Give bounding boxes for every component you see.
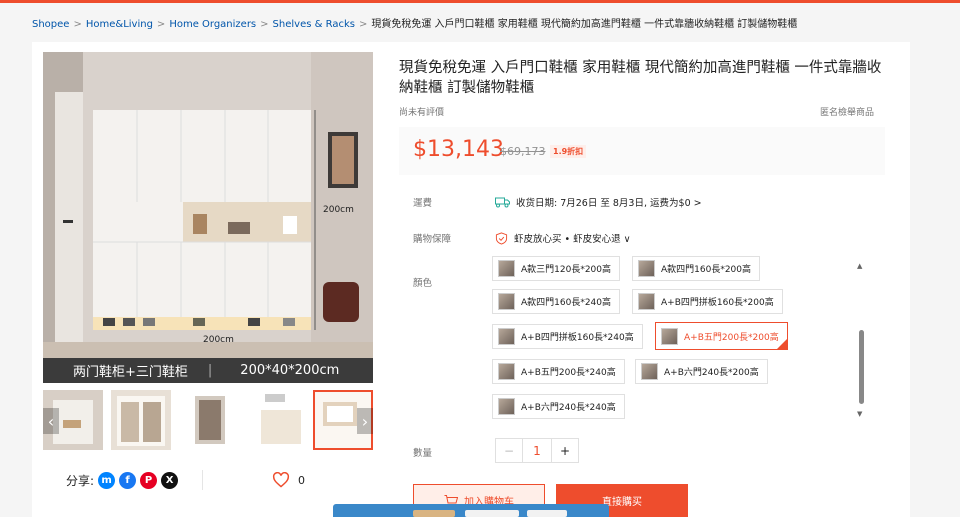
variant-option[interactable]: A+B四門拼板160長*200高 <box>632 289 783 314</box>
variant-label: A+B四門拼板160長*240高 <box>521 333 634 343</box>
variant-swatch <box>638 260 655 277</box>
breadcrumb-shopee[interactable]: Shopee <box>32 19 69 30</box>
variant-label: A+B五門200長*240高 <box>521 368 616 378</box>
variant-option[interactable]: A款四門160長*200高 <box>632 256 761 281</box>
variant-swatch <box>498 260 515 277</box>
variant-swatch <box>498 398 515 415</box>
thumbnail-prev-arrow[interactable]: ‹ <box>43 408 59 434</box>
cabinet-illustration: 200cm 200cm <box>43 52 373 383</box>
variant-label: A+B六門240長*240高 <box>521 403 616 413</box>
image-caption-bar: 两门鞋柜+三门鞋柜 | 200*40*200cm <box>43 358 373 383</box>
breadcrumb-shelves-racks[interactable]: Shelves & Racks <box>273 19 355 30</box>
variant-option-selected[interactable]: A+B五門200長*200高 <box>655 322 788 350</box>
top-accent-bar <box>0 0 960 3</box>
caption-separator: | <box>207 363 213 378</box>
share-divider <box>202 470 203 490</box>
chevron-left-icon: ‹ <box>47 411 55 431</box>
product-title: 現貨免稅免運 入戶門口鞋櫃 家用鞋櫃 現代簡約加高進門鞋櫃 一件式靠牆收納鞋櫃 … <box>399 60 882 96</box>
favorite-count: 0 <box>298 473 305 487</box>
overlay-toolbar-item[interactable] <box>413 510 455 517</box>
price-box: $13,143 $69,173 1.9折扣 <box>399 127 885 175</box>
quantity-input[interactable]: 1 <box>522 439 552 462</box>
variant-label: A款四門160長*200高 <box>661 265 752 275</box>
triangle-down-icon[interactable]: ▼ <box>857 410 862 418</box>
share-row: 分享: m f P X <box>66 472 179 489</box>
variant-swatch <box>638 293 655 310</box>
chevron-right-icon: > <box>73 19 82 30</box>
quantity-stepper: − 1 + <box>495 438 579 463</box>
variant-label: A+B五門200長*200高 <box>684 332 779 343</box>
discount-badge: 1.9折扣 <box>550 145 587 158</box>
variant-swatch <box>661 327 678 345</box>
shield-check-icon <box>495 231 508 245</box>
caption-right: 200*40*200cm <box>240 363 340 378</box>
thumbnail-4[interactable] <box>251 390 311 450</box>
variant-label: A+B四門拼板160長*200高 <box>661 298 774 308</box>
overlay-toolbar-item[interactable] <box>527 510 567 517</box>
report-product-link[interactable]: 匿名檢舉商品 <box>820 105 874 118</box>
assurance-info[interactable]: 虾皮放心买 • 虾皮安心退 ∨ <box>495 231 631 245</box>
variant-option[interactable]: A款四門160長*240高 <box>492 289 621 314</box>
heart-icon[interactable] <box>272 472 290 488</box>
favorite-row[interactable]: 0 <box>272 472 305 488</box>
pinterest-icon[interactable]: P <box>140 472 158 489</box>
share-label: 分享: <box>66 474 95 488</box>
breadcrumb-home-living[interactable]: Home&Living <box>86 19 153 30</box>
height-label: 200cm <box>323 205 354 215</box>
variant-label: A款三門120長*200高 <box>521 265 612 275</box>
triangle-up-icon[interactable]: ▲ <box>857 262 862 270</box>
variant-option[interactable]: A+B六門240長*240高 <box>492 394 625 419</box>
bottom-overlay-toolbar[interactable] <box>333 504 609 517</box>
variant-option[interactable]: A+B五門200長*240高 <box>492 359 625 384</box>
variant-swatch <box>498 363 515 380</box>
chevron-right-icon: > <box>156 19 166 30</box>
overlay-toolbar-item[interactable] <box>465 510 519 517</box>
assurance-text: 虾皮放心买 • 虾皮安心退 ∨ <box>514 234 631 245</box>
main-product-image[interactable]: 200cm 200cm 两门鞋柜+三门鞋柜 | 200*40*200cm <box>43 52 373 383</box>
caption-left: 两门鞋柜+三门鞋柜 <box>73 365 188 380</box>
chevron-right-icon: › <box>361 411 369 431</box>
shipping-text: 收货日期: 7月26日 至 8月3日, 运费为$0 > <box>516 198 702 209</box>
current-price: $13,143 <box>413 137 504 162</box>
breadcrumb-current: 現貨免稅免運 入戶門口鞋櫃 家用鞋櫃 現代簡約加高進門鞋櫃 一件式靠牆收納鞋櫃 … <box>371 19 798 30</box>
scrollbar-thumb[interactable] <box>859 330 864 404</box>
thumbnail-2[interactable] <box>111 390 171 450</box>
quantity-minus-button[interactable]: − <box>496 439 522 462</box>
variant-swatch <box>498 293 515 310</box>
truck-icon <box>495 197 510 207</box>
x-twitter-icon[interactable]: X <box>161 472 179 489</box>
variant-option[interactable]: A款三門120長*200高 <box>492 256 621 281</box>
thumbnail-3[interactable] <box>189 390 249 450</box>
color-variant-list: A款三門120長*200高 A款四門160長*200高 A款四門160長*240… <box>492 252 854 432</box>
variant-swatch <box>641 363 658 380</box>
variant-option[interactable]: A+B六門240長*200高 <box>635 359 768 384</box>
variant-label: A+B六門240長*200高 <box>664 368 759 378</box>
variant-swatch <box>498 328 515 345</box>
no-rating-text: 尚未有評價 <box>399 108 445 118</box>
messenger-icon[interactable]: m <box>98 472 116 489</box>
color-label: 顏色 <box>413 278 433 289</box>
quantity-label: 數量 <box>413 448 433 459</box>
facebook-icon[interactable]: f <box>119 472 137 489</box>
shipping-info[interactable]: 收货日期: 7月26日 至 8月3日, 运费为$0 > <box>495 195 702 209</box>
breadcrumb: Shopee > Home&Living > Home Organizers > Shelv… <box>32 15 797 30</box>
chevron-right-icon: > <box>260 19 269 30</box>
quantity-plus-button[interactable]: + <box>552 439 578 462</box>
floor-label: 200cm <box>203 335 234 345</box>
breadcrumb-home-organizers[interactable]: Home Organizers <box>169 19 256 30</box>
thumbnail-strip: ‹ › <box>43 390 373 450</box>
variant-label: A款四門160長*240高 <box>521 298 612 308</box>
original-price: $69,173 <box>500 145 546 158</box>
assurance-label: 購物保障 <box>413 234 452 245</box>
shipping-label: 運費 <box>413 198 433 209</box>
variant-scrollbar[interactable]: ▲ ▼ <box>857 262 865 418</box>
variant-option[interactable]: A+B四門拼板160長*240高 <box>492 324 643 349</box>
thumbnail-next-arrow[interactable]: › <box>357 408 373 434</box>
chevron-right-icon: > <box>358 19 368 30</box>
